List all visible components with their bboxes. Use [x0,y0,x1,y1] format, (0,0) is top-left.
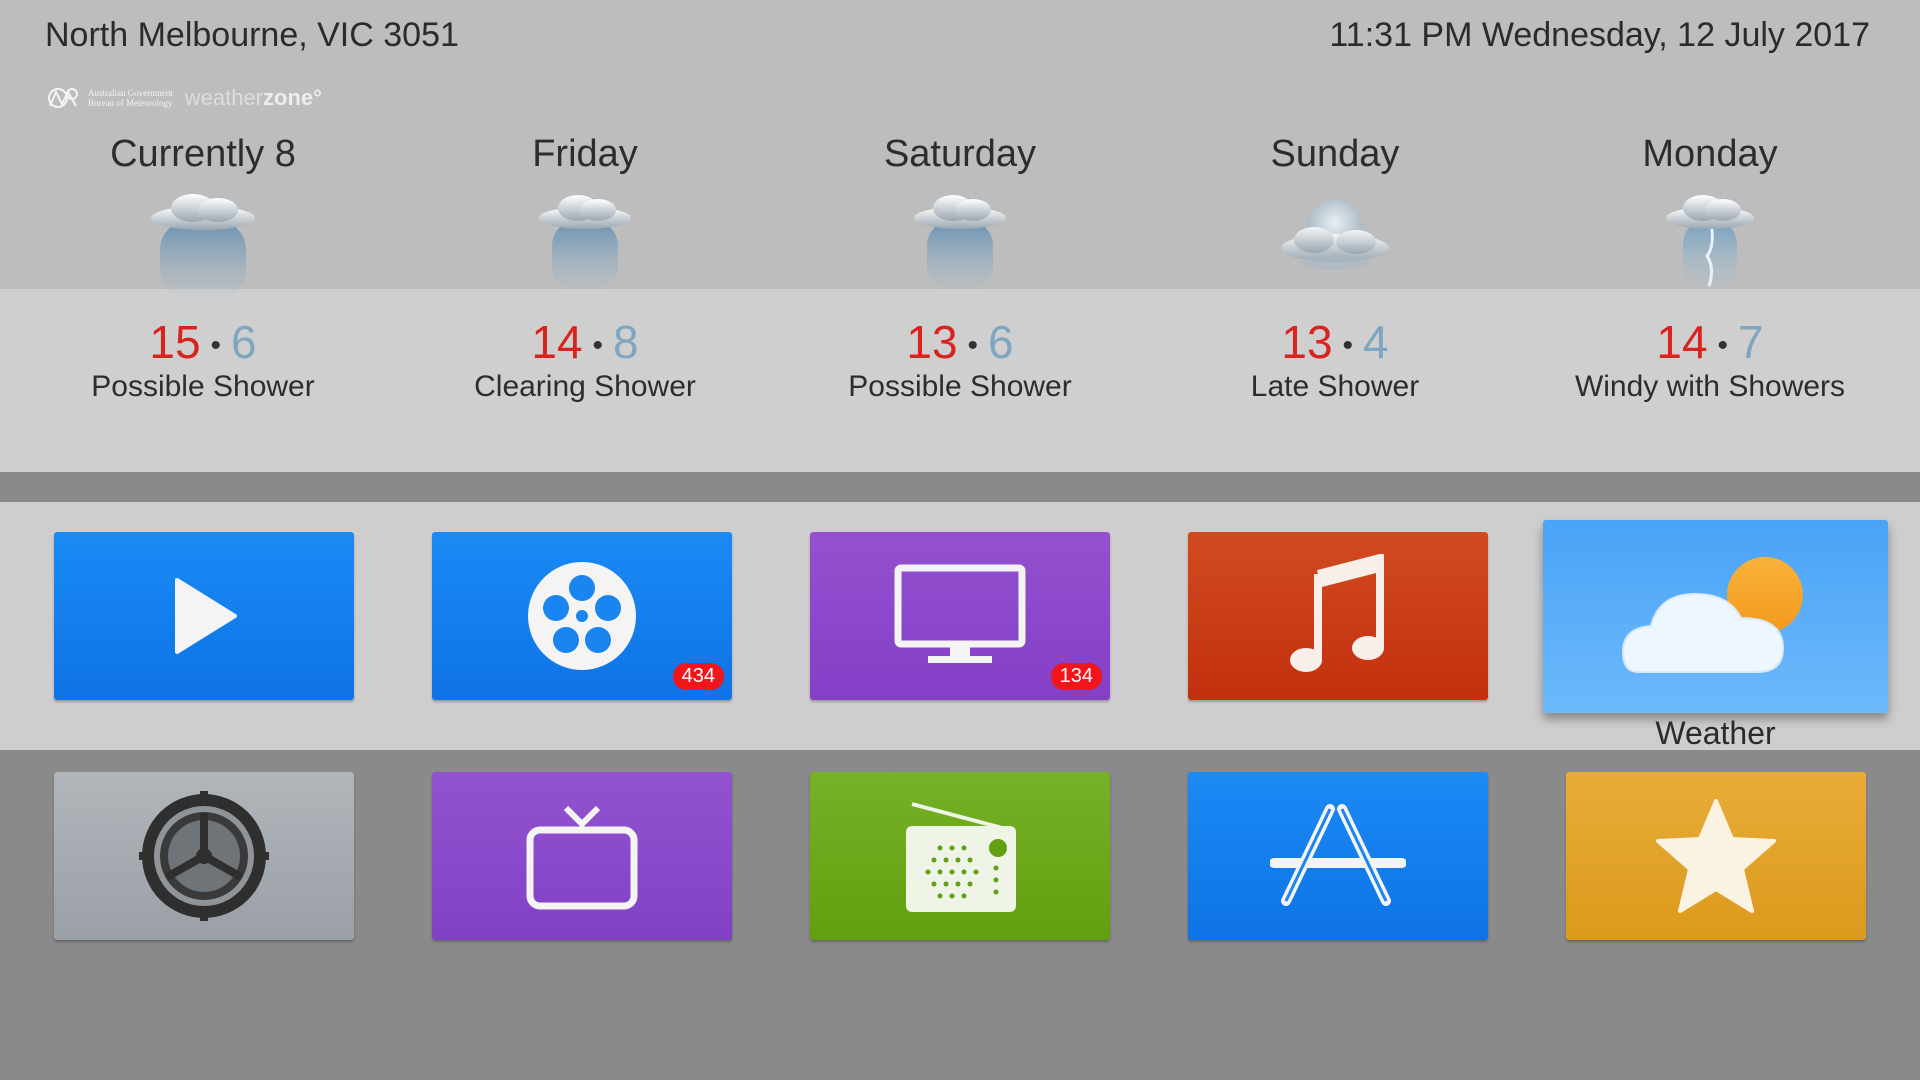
min-temp: 4 [1363,316,1389,368]
favourites-tile[interactable] [1566,772,1866,940]
min-temp: 8 [613,316,639,368]
unwatched-count-badge: 434 [672,663,724,690]
live-tv-tile[interactable] [432,772,732,940]
rain-cloud-icon [539,195,631,292]
temp-separator: • [592,328,604,362]
bom-line-2: Bureau of Meteorology [88,98,173,108]
radio-icon [906,802,1016,912]
music-note-icon [1290,554,1384,672]
forecast-friday: Friday 14 • 8 Clearing Shower [395,130,775,404]
forecast-description: Possible Shower [848,370,1072,403]
tv-icon [526,805,638,910]
max-temp: 13 [1281,316,1333,368]
temp-separator: • [967,328,979,362]
rain-cloud-icon [914,195,1006,292]
weatherzone-logo: weatherzone° [185,85,322,111]
radio-tile[interactable] [810,772,1110,940]
cloud-moon-icon [1281,200,1389,270]
min-temp: 7 [1738,316,1764,368]
max-temp: 15 [149,316,201,368]
bom-line-1: Australian Government [88,88,173,98]
location-label: North Melbourne, VIC 3051 [45,16,459,54]
temp-separator: • [1717,328,1729,362]
app-store-icon [1270,804,1406,906]
film-reel-icon [528,562,636,670]
temp-separator: • [1342,328,1354,362]
provider-logos: Australian Government Bureau of Meteorol… [46,82,322,114]
settings-tile[interactable] [54,772,354,940]
cloud-sun-icon [1621,557,1803,673]
wz-part-1: weather [184,85,264,110]
max-temp: 14 [531,316,583,368]
wz-part-2: zone° [263,85,322,110]
min-temp: 6 [231,316,257,368]
max-temp: 14 [1656,316,1708,368]
forecast-description: Possible Shower [91,370,315,403]
unwatched-count-badge: 134 [1050,663,1102,690]
forecast-day: Saturday [883,133,1037,175]
divider-band [0,472,1920,502]
min-temp: 6 [988,316,1014,368]
windy-rain-icon [1666,195,1754,292]
forecast-day: Sunday [1270,133,1400,175]
forecast-sunday: Sunday 13 • 4 Late Shower [1145,130,1525,404]
temp-separator: • [210,328,222,362]
app-store-tile[interactable] [1188,772,1488,940]
forecast-monday: Monday 14 • 7 Windy with Showers [1520,130,1900,404]
monitor-icon [894,564,1026,663]
forecast-day: Currently 8 [110,133,296,175]
gear-icon [139,791,269,921]
play-icon [175,578,237,654]
bom-logo: Australian Government Bureau of Meteorol… [46,84,173,112]
tv-shows-tile[interactable]: 134 [810,532,1110,700]
rain-cloud-icon [151,194,255,300]
star-icon [1656,799,1776,913]
crest-icon [48,88,78,108]
forecast-description: Windy with Showers [1574,370,1846,403]
focused-app-label: Weather [1655,715,1776,751]
movies-tile[interactable]: 434 [432,532,732,700]
forecast-current: Currently 8 15 • 6 Possible Shower [13,130,393,404]
weather-tile[interactable] [1543,520,1888,713]
videos-tile[interactable] [54,532,354,700]
forecast-saturday: Saturday 13 • 6 Possible Shower [770,130,1150,404]
music-tile[interactable] [1188,532,1488,700]
forecast-day: Monday [1642,133,1778,175]
forecast-description: Clearing Shower [474,370,696,403]
forecast-day: Friday [532,133,638,175]
forecast-description: Late Shower [1250,370,1420,403]
max-temp: 13 [906,316,958,368]
datetime-label: 11:31 PM Wednesday, 12 July 2017 [1329,16,1870,54]
